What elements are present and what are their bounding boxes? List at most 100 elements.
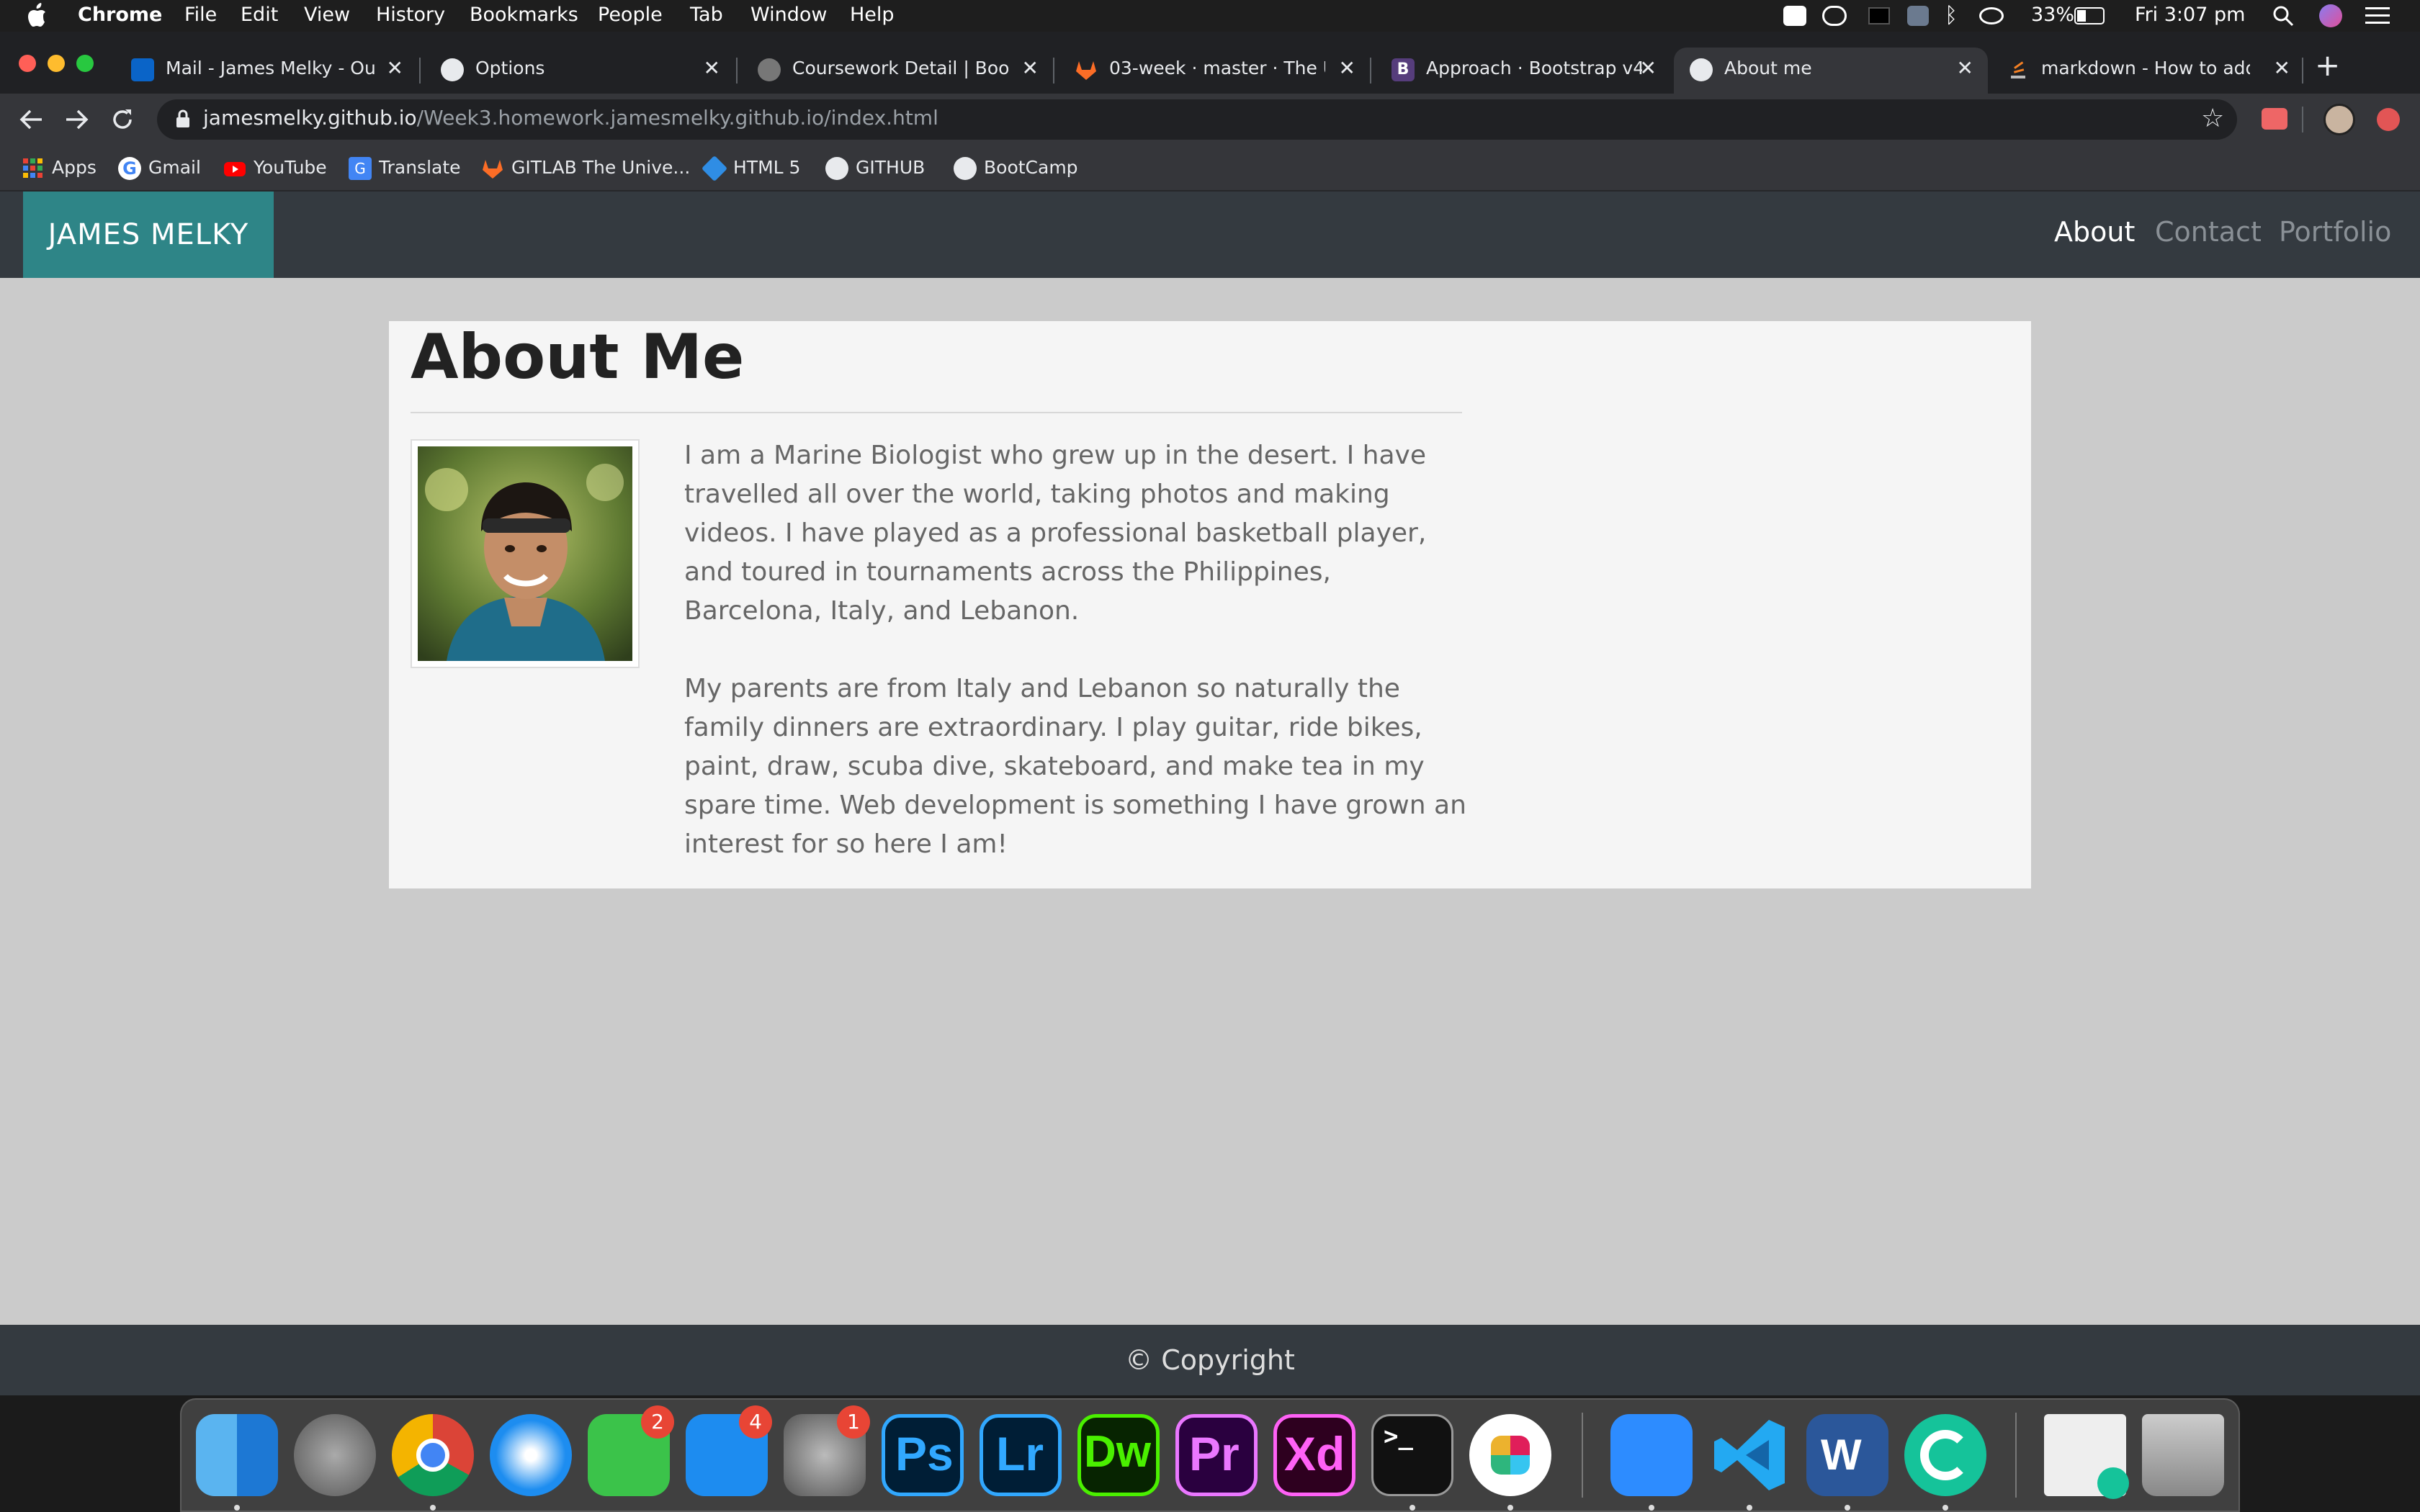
back-arrow-icon[interactable]	[19, 108, 43, 131]
safari-icon[interactable]	[490, 1414, 572, 1496]
photoshop-icon[interactable]: Ps	[882, 1414, 964, 1496]
menu-clock[interactable]: Fri 3:07 pm	[2135, 4, 2245, 26]
notification-badge: 4	[739, 1405, 772, 1439]
battery-percent: 33%	[2031, 4, 2075, 26]
tab-title: markdown - How to add sc	[2041, 58, 2250, 78]
outlook-icon	[131, 58, 154, 81]
nav-link-about[interactable]: About	[2054, 216, 2135, 248]
tab-title: About me	[1724, 58, 1812, 78]
tab-mail[interactable]: Mail - James Melky - Outlo ✕	[115, 48, 418, 94]
zoom-app-icon[interactable]	[1610, 1414, 1693, 1496]
window-close-button[interactable]	[19, 55, 36, 72]
running-indicator	[1649, 1505, 1654, 1511]
tab-bootstrap[interactable]: B Approach · Bootstrap v4.5 ✕	[1376, 48, 1671, 94]
lock-icon[interactable]	[176, 109, 190, 128]
disk-icon[interactable]	[1907, 6, 1929, 26]
tab-coursework[interactable]: Coursework Detail | Bootca ✕	[742, 48, 1053, 94]
menu-file[interactable]: File	[184, 4, 217, 26]
nav-link-portfolio[interactable]: Portfolio	[2279, 216, 2391, 248]
new-tab-plus-icon[interactable]: +	[2315, 48, 2340, 83]
close-tab-icon[interactable]: ✕	[2274, 56, 2290, 80]
document-thumbnail-icon[interactable]	[2044, 1414, 2129, 1499]
site-navbar: JAMES MELKY About Contact Portfolio	[0, 192, 2420, 278]
translate-icon: G	[349, 157, 372, 180]
running-indicator	[1845, 1505, 1850, 1511]
control-center-icon[interactable]	[2365, 6, 2390, 26]
wifi-icon[interactable]	[1979, 7, 2004, 24]
spotlight-search-icon[interactable]	[2272, 4, 2295, 27]
bookmark-label: GITHUB	[856, 157, 926, 178]
system-preferences-icon[interactable]: 1	[784, 1405, 870, 1496]
word-icon[interactable]: W	[1806, 1414, 1888, 1496]
finder-icon[interactable]	[196, 1414, 278, 1496]
dreamweaver-icon[interactable]: Dw	[1077, 1414, 1160, 1496]
menu-people[interactable]: People	[598, 4, 663, 26]
grammarly-icon[interactable]	[1904, 1414, 1986, 1496]
adobe-xd-icon[interactable]: Xd	[1273, 1414, 1355, 1496]
apps-grid-icon	[23, 158, 42, 178]
menu-window[interactable]: Window	[750, 4, 827, 26]
bookmark-label: HTML 5	[733, 157, 801, 178]
menu-app-name[interactable]: Chrome	[78, 4, 162, 26]
bluetooth-icon[interactable]: ᛒ	[1945, 3, 1958, 28]
lightroom-icon[interactable]: Lr	[980, 1414, 1062, 1496]
extension-icon[interactable]	[2262, 108, 2287, 130]
app-store-icon[interactable]: 4	[686, 1405, 772, 1496]
nav-link-contact[interactable]: Contact	[2155, 216, 2262, 248]
bootstrap-icon: B	[1392, 58, 1415, 81]
window-zoom-button[interactable]	[76, 55, 94, 72]
dock-divider	[2015, 1413, 2017, 1498]
menu-help[interactable]: Help	[850, 4, 895, 26]
address-bar[interactable]: jamesmelky.github.io/Week3.homework.jame…	[157, 99, 2237, 140]
premiere-label: Pr	[1189, 1427, 1240, 1480]
creative-cloud-icon[interactable]	[1822, 6, 1847, 26]
tab-about-me-active[interactable]: About me ✕	[1674, 48, 1988, 94]
extension-circle-icon[interactable]	[2377, 108, 2400, 131]
trash-icon[interactable]	[2142, 1414, 2224, 1496]
battery-icon[interactable]	[2074, 7, 2105, 24]
menu-edit[interactable]: Edit	[241, 4, 278, 26]
vscode-icon[interactable]	[1708, 1414, 1791, 1496]
menu-view[interactable]: View	[304, 4, 350, 26]
close-tab-icon[interactable]: ✕	[1957, 56, 1973, 80]
chrome-icon[interactable]	[392, 1414, 474, 1496]
close-tab-icon[interactable]: ✕	[1022, 56, 1039, 80]
profile-avatar[interactable]	[2323, 104, 2355, 135]
window-minimize-button[interactable]	[48, 55, 65, 72]
tab-options[interactable]: Options ✕	[425, 48, 735, 94]
tab-gitlab[interactable]: 03-week · master · The Uni ✕	[1059, 48, 1370, 94]
tab-markdown[interactable]: markdown - How to add sc ✕	[1991, 48, 2305, 94]
google-icon: G	[118, 157, 141, 180]
web-page-viewport: JAMES MELKY About Contact Portfolio Abou…	[0, 192, 2420, 1395]
adobe-xd-label: Xd	[1284, 1427, 1345, 1480]
tab-divider	[1370, 58, 1371, 84]
slack-icon[interactable]	[1469, 1414, 1551, 1496]
facetime-icon[interactable]: 2	[588, 1405, 674, 1496]
close-tab-icon[interactable]: ✕	[704, 56, 720, 80]
reload-icon[interactable]	[111, 108, 134, 131]
dreamweaver-label: Dw	[1084, 1427, 1151, 1477]
bookmark-star-icon[interactable]: ☆	[2201, 104, 2224, 133]
menu-bookmarks[interactable]: Bookmarks	[470, 4, 578, 26]
zoom-status-icon[interactable]	[1783, 6, 1806, 26]
bookmark-label: Apps	[52, 157, 97, 178]
macos-menu-bar: Chrome File Edit View History Bookmarks …	[0, 0, 2420, 32]
close-tab-icon[interactable]: ✕	[1640, 56, 1657, 80]
close-tab-icon[interactable]: ✕	[1339, 56, 1355, 80]
site-footer: © Copyright	[0, 1325, 2420, 1395]
menu-tab[interactable]: Tab	[690, 4, 723, 26]
close-tab-icon[interactable]: ✕	[387, 56, 403, 80]
bookmarks-bar: Apps G Gmail YouTube G Translate GITLAB …	[0, 145, 2420, 192]
menu-history[interactable]: History	[376, 4, 445, 26]
stackoverflow-icon	[2011, 61, 2025, 78]
launchpad-icon[interactable]	[294, 1414, 376, 1496]
premiere-icon[interactable]: Pr	[1175, 1414, 1258, 1496]
siri-icon[interactable]	[2319, 4, 2342, 27]
screen-icon[interactable]	[1868, 7, 1890, 24]
notification-badge: 1	[837, 1405, 870, 1439]
site-brand-logo[interactable]: JAMES MELKY	[23, 192, 274, 278]
url-text[interactable]: jamesmelky.github.io/Week3.homework.jame…	[203, 106, 938, 130]
terminal-icon[interactable]: >_	[1371, 1414, 1453, 1496]
forward-arrow-icon[interactable]	[65, 108, 89, 131]
apple-icon[interactable]	[27, 3, 48, 27]
